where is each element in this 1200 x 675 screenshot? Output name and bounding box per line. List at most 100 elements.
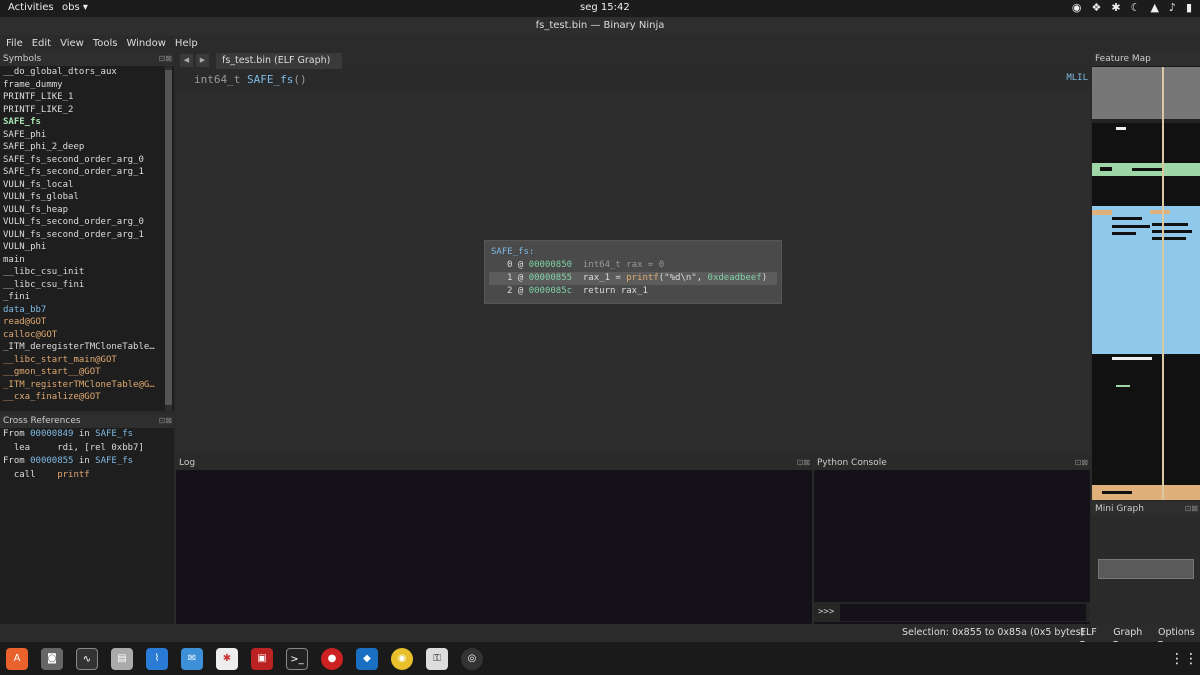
symbol-item[interactable]: main [3,254,163,267]
xrefs-header: Cross References ⊡⊠ [0,414,174,428]
il-level-label[interactable]: MLIL [1066,73,1088,83]
menu-tools[interactable]: Tools [93,35,118,52]
il-line[interactable]: 0 @ 00000850 int64_t rax = 0 [489,259,777,272]
volume-icon[interactable]: ♪ [1169,1,1176,14]
mail-icon[interactable]: ✉ [181,648,203,670]
keepass-icon[interactable]: ⚿ [426,648,448,670]
network-icon[interactable]: ▲ [1150,1,1158,14]
menu-view[interactable]: View [60,35,84,52]
camera-icon[interactable]: ◙ [41,648,63,670]
symbol-item[interactable]: SAFE_fs_second_order_arg_1 [3,166,163,179]
selection-status: Selection: 0x855 to 0x85a (0x5 bytes) [902,627,1085,638]
symbol-item[interactable]: __gmon_start__@GOT [3,366,163,379]
graph-view[interactable]: int64_t SAFE_fs() MLIL SAFE_fs: 0 @ 0000… [176,69,1090,453]
mini-graph-header: Mini Graph ⊡⊠ [1092,502,1200,516]
symbol-item[interactable]: PRINTF_LIKE_1 [3,91,163,104]
panel-close-icon[interactable]: ⊡⊠ [1075,456,1088,470]
vscode-icon[interactable]: ◆ [356,648,378,670]
symbol-item[interactable]: VULN_fs_heap [3,204,163,217]
python-console-header: Python Console ⊡⊠ [814,456,1090,470]
xref-instruction[interactable]: call printf [3,469,174,483]
app-menu-button[interactable]: obs ▾ [62,2,88,13]
mini-graph-panel: Mini Graph ⊡⊠ [1092,502,1200,624]
panel-close-icon[interactable]: ⊡⊠ [159,52,172,66]
software-center-icon[interactable]: A [6,648,28,670]
menu-bar: File Edit View Tools Window Help [0,35,1200,52]
window-title-bar: fs_test.bin — Binary Ninja [0,17,1200,35]
chrome-icon[interactable]: ◉ [391,648,413,670]
symbol-item[interactable]: _ITM_registerTMCloneTable@G… [3,379,163,392]
log-panel: Log ⊡⊠ [176,456,812,624]
xref-row[interactable]: From 00000855 in SAFE_fs [3,455,174,469]
panel-close-icon[interactable]: ⊡⊠ [797,456,810,470]
menu-edit[interactable]: Edit [32,35,51,52]
symbol-item[interactable]: VULN_phi [3,241,163,254]
nav-forward-icon[interactable]: ▶ [196,54,209,67]
dropbox-icon[interactable]: ❖ [1091,1,1101,14]
symbols-header: Symbols ⊡⊠ [0,52,174,66]
symbol-item[interactable]: _ITM_deregisterTMCloneTable… [3,341,163,354]
show-apps-icon[interactable]: ⋮⋮ [1170,648,1198,670]
menu-file[interactable]: File [6,35,23,52]
panel-close-icon[interactable]: ⊡⊠ [1185,502,1198,516]
python-console-title: Python Console [817,458,887,468]
symbol-item[interactable]: SAFE_phi_2_deep [3,141,163,154]
activities-button[interactable]: Activities [8,2,54,13]
symbol-item[interactable]: read@GOT [3,316,163,329]
chart-app-icon[interactable]: ⌇ [146,648,168,670]
symbols-title: Symbols [3,54,42,64]
symbol-item[interactable]: SAFE_phi [3,129,163,142]
symbol-item[interactable]: SAFE_fs [3,116,163,129]
menu-help[interactable]: Help [175,35,198,52]
tab-bar: ◀ ▶ fs_test.bin (ELF Graph) ⊠ [176,52,1090,82]
slack-icon[interactable]: ✱ [216,648,238,670]
basic-block[interactable]: SAFE_fs: 0 @ 00000850 int64_t rax = 0 1 … [484,240,782,304]
clock[interactable]: seg 15:42 [580,2,630,13]
symbol-item[interactable]: _fini [3,291,163,304]
il-line[interactable]: 2 @ 0000085c return rax_1 [489,285,777,298]
python-input[interactable] [840,604,1086,621]
symbol-item[interactable]: frame_dummy [3,79,163,92]
block-label: SAFE_fs: [491,247,535,257]
symbol-item[interactable]: __libc_start_main@GOT [3,354,163,367]
xref-row[interactable]: From 00000849 in SAFE_fs [3,428,174,442]
symbol-item[interactable]: __cxa_finalize@GOT [3,391,163,404]
tab-fs-test-elf-graph[interactable]: fs_test.bin (ELF Graph) ⊠ [216,53,342,82]
xref-list: From 00000849 in SAFE_fs lea rdi, [rel 0… [0,428,174,482]
slack-tray-icon[interactable]: ✱ [1111,1,1120,14]
system-monitor-icon[interactable]: ∿ [76,648,98,670]
system-tray: ◉ ❖ ✱ ☾ ▲ ♪ ▮ [1072,1,1192,14]
symbol-item[interactable]: data_bb7 [3,304,163,317]
symbols-scrollbar[interactable] [165,66,172,411]
symbol-item[interactable]: __libc_csu_fini [3,279,163,292]
symbol-item[interactable]: SAFE_fs_second_order_arg_0 [3,154,163,167]
il-line-selected[interactable]: 1 @ 00000855 rax_1 = printf("%d\n", 0xde… [489,272,777,285]
obs-tray-icon[interactable]: ◉ [1072,1,1082,14]
feature-map-title: Feature Map [1095,54,1151,64]
feature-map[interactable] [1092,67,1200,500]
xref-instruction[interactable]: lea rdi, [rel 0xbb7] [3,442,174,456]
nav-back-icon[interactable]: ◀ [180,54,193,67]
status-bar: Selection: 0x855 to 0x85a (0x5 bytes) EL… [0,625,1200,649]
symbol-item[interactable]: VULN_fs_global [3,191,163,204]
terminal-red-icon[interactable]: ▣ [251,648,273,670]
symbol-item[interactable]: __do_global_dtors_aux [3,66,163,79]
symbol-item[interactable]: calloc@GOT [3,329,163,342]
night-light-icon[interactable]: ☾ [1131,1,1141,14]
symbol-item[interactable]: VULN_fs_local [3,179,163,192]
symbol-item[interactable]: __libc_csu_init [3,266,163,279]
python-console-panel: Python Console ⊡⊠ >>> [814,456,1090,624]
menu-window[interactable]: Window [126,35,165,52]
ninja-icon[interactable]: ● [321,648,343,670]
mini-graph-viewport[interactable] [1098,559,1194,579]
window-title: fs_test.bin — Binary Ninja [535,20,665,31]
battery-icon[interactable]: ▮ [1186,1,1192,14]
obs-icon[interactable]: ◎ [461,648,483,670]
symbol-item[interactable]: VULN_fs_second_order_arg_1 [3,229,163,242]
panel-close-icon[interactable]: ⊡⊠ [159,414,172,428]
archive-icon[interactable]: ▤ [111,648,133,670]
symbol-item[interactable]: VULN_fs_second_order_arg_0 [3,216,163,229]
terminal-icon[interactable]: >_ [286,648,308,670]
feature-map-header: Feature Map [1092,52,1200,66]
symbol-item[interactable]: PRINTF_LIKE_2 [3,104,163,117]
